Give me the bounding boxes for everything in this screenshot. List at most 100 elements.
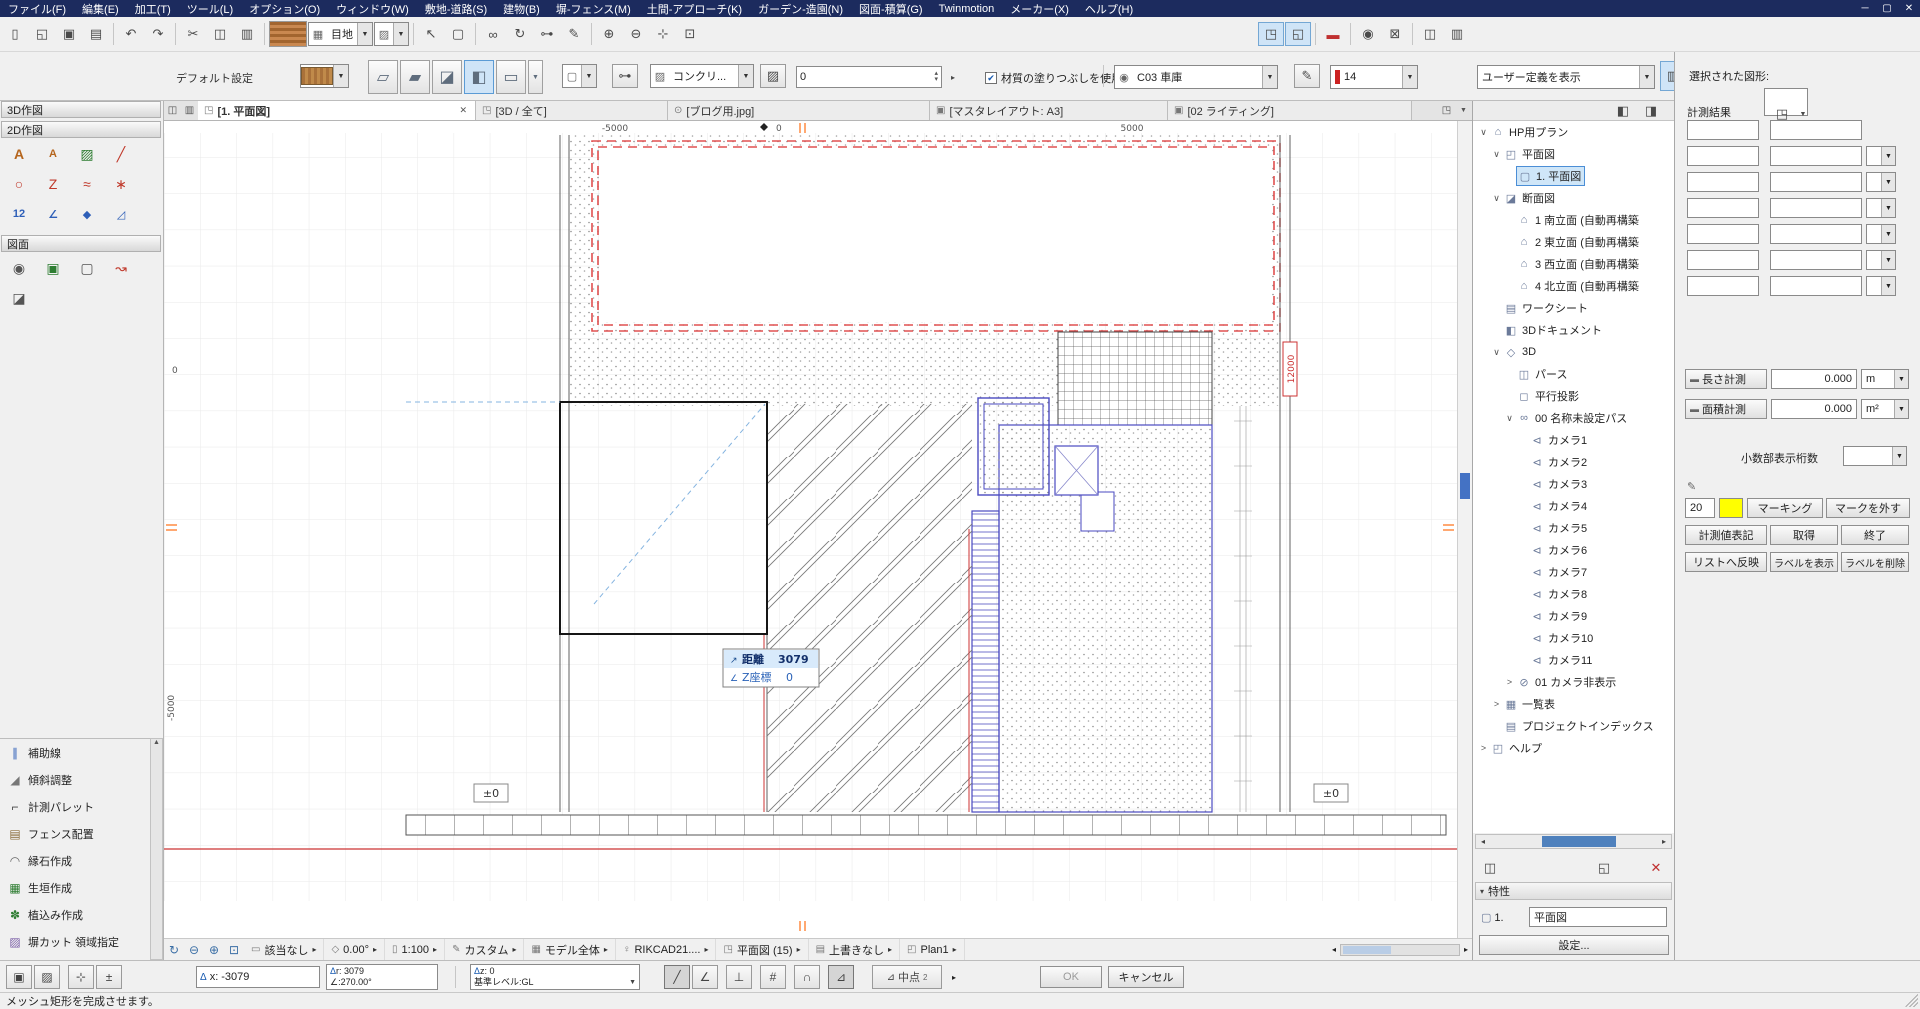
tree-item-camera-4[interactable]: ⊲カメラ4	[1473, 495, 1674, 517]
select-cursor-button[interactable]: ↖	[418, 22, 444, 46]
menu-process[interactable]: 加工(T)	[127, 1, 179, 17]
status-rotation[interactable]: ◇0.00°▸	[324, 939, 385, 960]
tab-master-layout[interactable]: ▣ [マスタレイアウト: A3]	[930, 101, 1168, 120]
area-unit-combo[interactable]: m²▼	[1861, 399, 1909, 419]
offset-value-input[interactable]: 0 ▴▾	[796, 66, 942, 88]
panel-close-button[interactable]: ✕	[1643, 856, 1669, 880]
measure-field[interactable]	[1770, 172, 1862, 192]
close-button[interactable]: ✕	[1898, 3, 1920, 14]
menu-fence[interactable]: 塀-フェンス(M)	[548, 1, 639, 17]
measure-field[interactable]	[1770, 198, 1862, 218]
menu-building[interactable]: 建物(B)	[495, 1, 548, 17]
tree-item-help[interactable]: >◰ヘルプ	[1473, 737, 1674, 759]
region-tool-icon[interactable]: ◪	[6, 286, 32, 310]
chevron-down-icon[interactable]: ▼	[1402, 66, 1417, 88]
text-edit-tool-icon[interactable]: A	[40, 142, 66, 166]
window-toggle-button[interactable]: ◱	[1285, 22, 1311, 46]
delta-x-input[interactable]: Δ x: -3079	[196, 966, 320, 988]
measure-field[interactable]	[1770, 120, 1862, 140]
decimal-digits-combo[interactable]: ▼	[1843, 446, 1907, 466]
tool-wall-cut-region[interactable]: ▨塀カット 領域指定	[0, 928, 150, 955]
camera-tool-icon[interactable]: ◉	[6, 256, 32, 280]
origin-icon-button[interactable]: ⊹	[68, 965, 94, 989]
planter-box[interactable]	[978, 398, 1049, 495]
scrollbar-thumb[interactable]	[1343, 946, 1391, 954]
expander-icon[interactable]: >	[1490, 699, 1503, 709]
expand-arrow-icon[interactable]: ▸	[604, 945, 608, 954]
status-model-filter[interactable]: ▦モデル全体▸	[524, 939, 615, 960]
tree-item-project-index[interactable]: ▤プロジェクトインデックス	[1473, 715, 1674, 737]
tree-item-camera-1[interactable]: ⊲カメラ1	[1473, 429, 1674, 451]
pencil-button[interactable]: ✎	[561, 22, 587, 46]
expand-arrow-icon[interactable]: ▸	[373, 945, 377, 954]
midpoint-snap-button[interactable]: ⊿ 中点 2	[872, 965, 942, 989]
status-plan[interactable]: ◰Plan1▸	[900, 939, 965, 960]
geometry-method-combo[interactable]: ▢ ▼	[562, 64, 597, 88]
coord-pad-icon-button[interactable]: ▣	[6, 965, 32, 989]
deck-crosshatch-block[interactable]	[1058, 332, 1212, 425]
unit-dropdown[interactable]: ▼	[1866, 198, 1896, 218]
menu-help[interactable]: ヘルプ(H)	[1077, 1, 1141, 17]
save-button[interactable]: ▣	[56, 22, 82, 46]
menu-tools[interactable]: ツール(L)	[179, 1, 241, 17]
expand-arrow-icon[interactable]: ▸	[704, 945, 708, 954]
surface-material-combo[interactable]: ▨ コンクリ... ▼	[650, 64, 754, 88]
expand-arrow-icon[interactable]: ▸	[953, 945, 957, 954]
tool-hedge-create[interactable]: ▦生垣作成	[0, 874, 150, 901]
section-3d-drafting[interactable]: 3D作図	[1, 101, 161, 118]
menu-drawing-estimate[interactable]: 図面-積算(G)	[851, 1, 931, 17]
tool-list-scrollbar[interactable]: ▲	[150, 738, 163, 960]
fit-view-button[interactable]: ⊡	[677, 22, 703, 46]
reflect-to-list-button[interactable]: リストへ反映	[1685, 552, 1767, 572]
scrollbar-thumb[interactable]	[1460, 473, 1470, 499]
tab-windows-icon[interactable]: ◳	[1438, 101, 1455, 120]
tree-item-3d-document[interactable]: ◧3Dドキュメント	[1473, 319, 1674, 341]
status-custom[interactable]: ✎カスタム▸	[445, 939, 524, 960]
visibility-eye-button[interactable]: ◉	[1355, 22, 1381, 46]
paste-button[interactable]: ▥	[234, 22, 260, 46]
cut-button[interactable]: ✂	[180, 22, 206, 46]
wall-style-button-2[interactable]: ▰	[400, 60, 430, 94]
area-value-field[interactable]: 0.000	[1771, 399, 1857, 419]
tile-windows-button[interactable]: ◫	[1417, 22, 1443, 46]
unit-dropdown[interactable]: ▼	[1866, 224, 1896, 244]
status-overwrite[interactable]: ▤上書きなし▸	[809, 939, 900, 960]
hatch-tool-icon[interactable]: ▨	[74, 142, 100, 166]
navigator-plan-icon[interactable]: ◧	[1611, 99, 1635, 123]
mark-pen-input[interactable]: 20	[1685, 498, 1715, 518]
zoom-out-button[interactable]: ⊖	[623, 22, 649, 46]
scroll-up-icon[interactable]: ▲	[153, 739, 160, 746]
small-diagonal-box[interactable]	[1055, 446, 1098, 495]
expander-icon[interactable]: ∨	[1490, 347, 1503, 358]
menu-maker[interactable]: メーカー(X)	[1002, 1, 1077, 17]
line-tool-icon[interactable]: ╱	[108, 142, 134, 166]
expand-arrow-icon[interactable]: ▸	[312, 945, 316, 954]
chevron-down-icon[interactable]: ▼	[1262, 66, 1277, 88]
redo-button[interactable]: ↷	[145, 22, 171, 46]
wall-ladder-band[interactable]	[972, 511, 999, 812]
tree-item-camera-path[interactable]: ∨∞00 名称未設定パス	[1473, 407, 1674, 429]
area-measure-button[interactable]: ▬面積計測	[1685, 399, 1767, 419]
tree-item-east-elevation[interactable]: ⌂2 東立面 (自動再構築	[1473, 231, 1674, 253]
show-label-button[interactable]: ラベルを表示	[1770, 552, 1838, 572]
text-tool-icon[interactable]: A	[6, 142, 32, 166]
length-value-field[interactable]: 0.000	[1771, 369, 1857, 389]
measure-field[interactable]	[1687, 250, 1759, 270]
tree-horizontal-scrollbar[interactable]: ◂ ▸	[1475, 834, 1672, 849]
ok-button[interactable]: OK	[1040, 966, 1102, 988]
menu-options[interactable]: オプション(O)	[241, 1, 328, 17]
tree-item-hp-plan[interactable]: ∨⌂HP用プラン	[1473, 121, 1674, 143]
status-view-name[interactable]: ◳平面図 (15)▸	[716, 939, 808, 960]
cancel-button[interactable]: キャンセル	[1108, 966, 1184, 988]
hscroll-right-icon[interactable]: ▸	[1460, 945, 1472, 954]
tree-item-camera-5[interactable]: ⊲カメラ5	[1473, 517, 1674, 539]
get-button[interactable]: 取得	[1770, 525, 1838, 545]
drawing-canvas[interactable]: 12000 ±0 ±0 -5000 0 5000 0 -5000	[164, 121, 1457, 938]
expander-icon[interactable]: ∨	[1490, 193, 1503, 204]
triangle-snap-button[interactable]: ⊿	[828, 965, 854, 989]
slope-snap-button[interactable]: ╱	[664, 965, 690, 989]
handle-icon-button[interactable]: ⊶	[612, 64, 638, 88]
item-name-field[interactable]: 平面図	[1529, 907, 1667, 927]
undo-button[interactable]: ↶	[118, 22, 144, 46]
tree-item-camera-2[interactable]: ⊲カメラ2	[1473, 451, 1674, 473]
